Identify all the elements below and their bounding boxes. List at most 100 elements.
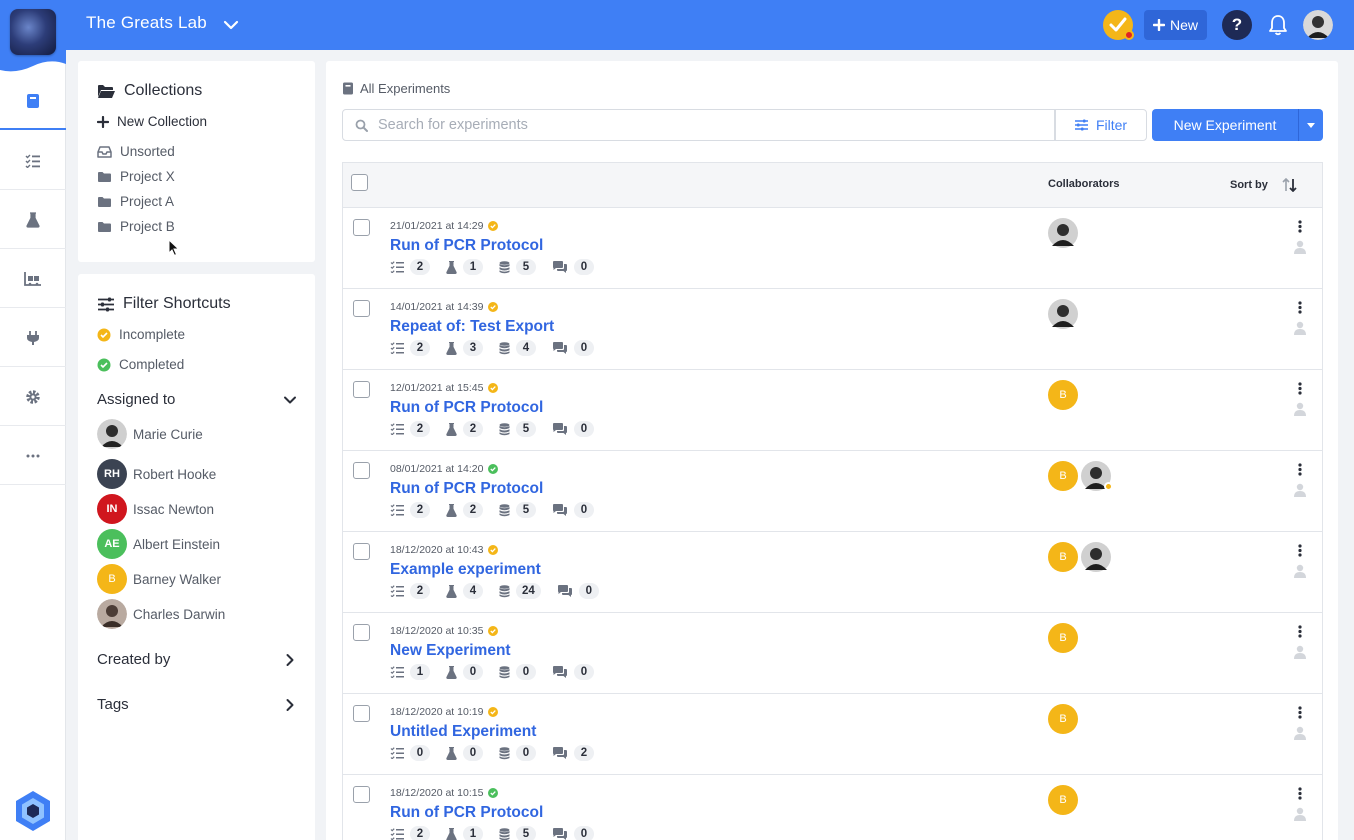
assign-user-icon[interactable]	[1293, 321, 1307, 335]
user-avatar[interactable]	[1303, 10, 1333, 40]
assign-user-icon[interactable]	[1293, 726, 1307, 740]
bell-icon[interactable]	[1268, 14, 1288, 36]
collaborator-avatar[interactable]	[1081, 542, 1111, 572]
collection-item-project-a[interactable]: Project A	[97, 194, 174, 209]
filter-shortcuts-heading: Filter Shortcuts	[97, 295, 231, 313]
new-collection-button[interactable]: New Collection	[97, 114, 207, 129]
samples-stat: 0	[446, 664, 483, 680]
collaborator-avatar[interactable]	[1081, 461, 1113, 491]
filter-button[interactable]: Filter	[1054, 109, 1147, 141]
experiment-title-link[interactable]: Run of PCR Protocol	[390, 237, 543, 255]
lab-switch-chevron-icon[interactable]	[222, 16, 240, 34]
more-vertical-icon[interactable]	[1298, 706, 1302, 719]
filter-incomplete[interactable]: Incomplete	[97, 327, 185, 342]
table-row[interactable]: 18/12/2020 at 10:19 Untitled Experiment …	[343, 694, 1322, 775]
row-checkbox[interactable]	[353, 219, 370, 236]
app-logo-icon[interactable]	[15, 790, 51, 832]
assign-user-icon[interactable]	[1293, 564, 1307, 578]
experiment-title-link[interactable]: Run of PCR Protocol	[390, 399, 543, 417]
row-checkbox[interactable]	[353, 300, 370, 317]
experiment-title-link[interactable]: Example experiment	[390, 561, 541, 579]
search-input[interactable]	[378, 117, 1038, 133]
table-row[interactable]: 14/01/2021 at 14:39 Repeat of: Test Expo…	[343, 289, 1322, 370]
experiment-title-link[interactable]: Untitled Experiment	[390, 723, 536, 741]
new-button[interactable]: New	[1144, 10, 1207, 40]
filter-completed[interactable]: Completed	[97, 357, 184, 372]
collaborator-avatar[interactable]: B	[1048, 704, 1078, 734]
rail-protocols[interactable]	[0, 132, 66, 190]
rail-settings[interactable]	[0, 368, 66, 426]
new-experiment-dropdown[interactable]	[1298, 109, 1323, 141]
rail-integrations[interactable]	[0, 309, 66, 367]
protocols-icon	[25, 154, 40, 168]
collections-heading: Collections	[97, 82, 202, 100]
table-row[interactable]: 18/12/2020 at 10:15 Run of PCR Protocol …	[343, 775, 1322, 840]
more-vertical-icon[interactable]	[1298, 382, 1302, 395]
assigned-to-toggle[interactable]: Assigned to	[97, 391, 297, 408]
more-vertical-icon[interactable]	[1298, 220, 1302, 233]
row-checkbox[interactable]	[353, 786, 370, 803]
experiment-title-link[interactable]: Run of PCR Protocol	[390, 804, 543, 822]
rail-samples[interactable]	[0, 191, 66, 249]
lab-name[interactable]: The Greats Lab	[86, 13, 207, 33]
table-row[interactable]: 18/12/2020 at 10:35 New Experiment 1 0 0	[343, 613, 1322, 694]
collaborator-avatar[interactable]: B	[1048, 542, 1078, 572]
table-row[interactable]: 18/12/2020 at 10:43 Example experiment 2…	[343, 532, 1322, 613]
lab-logo[interactable]	[10, 9, 56, 55]
assignee-barney-walker[interactable]: B Barney Walker	[97, 564, 221, 594]
new-experiment-button[interactable]: New Experiment	[1152, 109, 1323, 141]
more-vertical-icon[interactable]	[1298, 544, 1302, 557]
rail-inventory[interactable]	[0, 250, 66, 308]
rail-more[interactable]	[0, 427, 66, 485]
sort-arrows-icon[interactable]	[1282, 178, 1298, 192]
more-vertical-icon[interactable]	[1298, 787, 1302, 800]
assign-user-icon[interactable]	[1293, 402, 1307, 416]
select-all-checkbox[interactable]	[351, 174, 368, 191]
assignee-issac-newton[interactable]: IN Issac Newton	[97, 494, 214, 524]
tags-toggle[interactable]: Tags	[97, 696, 297, 713]
sort-by-control[interactable]: Sort by	[1230, 178, 1298, 192]
collaborator-avatar[interactable]: B	[1048, 461, 1078, 491]
assign-user-icon[interactable]	[1293, 483, 1307, 497]
collaborator-avatar[interactable]	[1048, 299, 1078, 329]
collection-item-unsorted[interactable]: Unsorted	[97, 144, 175, 159]
assign-user-icon[interactable]	[1293, 645, 1307, 659]
collection-item-project-b[interactable]: Project B	[97, 219, 175, 234]
collaborator-avatar[interactable]	[1048, 218, 1078, 248]
collaborator-avatar[interactable]: B	[1048, 623, 1078, 653]
assignee-marie-curie[interactable]: Marie Curie	[97, 419, 203, 449]
assignee-charles-darwin[interactable]: Charles Darwin	[97, 599, 225, 629]
breadcrumb-label[interactable]: All Experiments	[360, 81, 450, 96]
experiment-title-link[interactable]: Repeat of: Test Export	[390, 318, 554, 336]
rail-experiments[interactable]	[0, 74, 66, 130]
collaborator-avatar[interactable]: B	[1048, 785, 1078, 815]
new-collection-label: New Collection	[117, 114, 208, 129]
assignee-albert-einstein[interactable]: AE Albert Einstein	[97, 529, 220, 559]
tasks-check-icon[interactable]	[1103, 10, 1134, 40]
row-checkbox[interactable]	[353, 624, 370, 641]
date-text: 14/01/2021 at 14:39	[390, 301, 484, 313]
created-by-toggle[interactable]: Created by	[97, 651, 297, 668]
assignee-robert-hooke[interactable]: RH Robert Hooke	[97, 459, 216, 489]
more-vertical-icon[interactable]	[1298, 625, 1302, 638]
row-checkbox[interactable]	[353, 381, 370, 398]
steps-count: 1	[410, 664, 430, 680]
row-checkbox[interactable]	[353, 705, 370, 722]
samples-count: 2	[463, 502, 483, 518]
table-row[interactable]: 12/01/2021 at 15:45 Run of PCR Protocol …	[343, 370, 1322, 451]
table-row[interactable]: 21/01/2021 at 14:29 Run of PCR Protocol …	[343, 208, 1322, 289]
help-button[interactable]: ?	[1222, 10, 1252, 40]
row-checkbox[interactable]	[353, 462, 370, 479]
more-vertical-icon[interactable]	[1298, 463, 1302, 476]
experiment-title-link[interactable]: New Experiment	[390, 642, 511, 660]
assign-user-icon[interactable]	[1293, 240, 1307, 254]
assign-user-icon[interactable]	[1293, 807, 1307, 821]
row-checkbox[interactable]	[353, 543, 370, 560]
more-vertical-icon[interactable]	[1298, 301, 1302, 314]
experiment-title-link[interactable]: Run of PCR Protocol	[390, 480, 543, 498]
table-row[interactable]: 08/01/2021 at 14:20 Run of PCR Protocol …	[343, 451, 1322, 532]
collection-item-project-x[interactable]: Project X	[97, 169, 175, 184]
comments-stat: 0	[552, 340, 594, 356]
collaborator-avatar[interactable]: B	[1048, 380, 1078, 410]
experiment-stats: 2 1 5 0	[390, 259, 610, 275]
